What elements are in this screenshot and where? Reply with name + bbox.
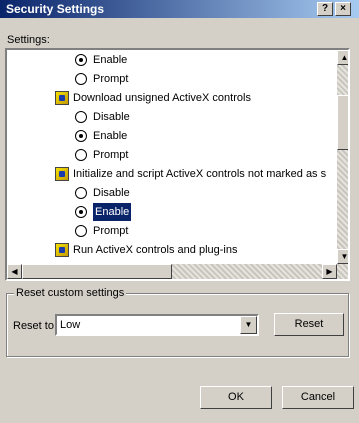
- reset-to-label: Reset to:: [13, 320, 58, 332]
- radio-option-label: Disable: [93, 187, 130, 199]
- reset-level-value: Low: [60, 319, 81, 331]
- setting-group-label: Run ActiveX controls and plug-ins: [73, 244, 238, 256]
- title-bar: Security Settings ? ×: [0, 0, 359, 18]
- radio-option-label: Disable: [93, 111, 130, 123]
- cancel-button[interactable]: Cancel: [282, 386, 354, 409]
- horizontal-scroll-thumb[interactable]: [22, 264, 172, 279]
- radio-option-label: Enable: [93, 54, 128, 66]
- radio-checked-icon[interactable]: [75, 130, 87, 142]
- radio-option-label: Prompt: [93, 73, 129, 85]
- vertical-scroll-thumb[interactable]: [337, 95, 348, 150]
- help-button[interactable]: ?: [317, 2, 333, 16]
- radio-option-label: Prompt: [93, 149, 129, 161]
- setting-group-label: Initialize and script ActiveX controls n…: [73, 168, 327, 180]
- radio-unchecked-icon[interactable]: [75, 149, 87, 161]
- window-title: Security Settings: [6, 2, 105, 16]
- radio-option-label: Enable: [93, 203, 132, 221]
- setting-group-label: Download unsigned ActiveX controls: [73, 92, 251, 104]
- settings-label: Settings:: [7, 34, 50, 46]
- dropdown-arrow-icon[interactable]: ▼: [240, 316, 257, 334]
- setting-icon: [55, 167, 69, 181]
- vertical-scrollbar[interactable]: ▲ ▼: [337, 50, 348, 279]
- radio-unchecked-icon[interactable]: [75, 225, 87, 237]
- scroll-up-button[interactable]: ▲: [337, 50, 348, 65]
- ok-button[interactable]: OK: [200, 386, 272, 409]
- scroll-down-button[interactable]: ▼: [337, 249, 348, 264]
- settings-list[interactable]: Enable Prompt Download unsigned ActiveX co…: [5, 48, 350, 281]
- radio-option-label: Prompt: [93, 225, 129, 237]
- radio-unchecked-icon[interactable]: [75, 111, 87, 123]
- radio-checked-icon[interactable]: [75, 54, 87, 66]
- close-button[interactable]: ×: [335, 2, 351, 16]
- reset-button[interactable]: Reset: [274, 313, 344, 336]
- horizontal-scrollbar[interactable]: ◀ ▶: [7, 264, 337, 279]
- radio-option-label: Enable: [93, 130, 128, 142]
- security-settings-dialog: Security Settings ? × Settings: Enable Pr…: [0, 0, 359, 423]
- radio-unchecked-icon[interactable]: [75, 73, 87, 85]
- reset-level-select[interactable]: Low ▼: [55, 314, 259, 336]
- setting-icon: [55, 243, 69, 257]
- scroll-right-button[interactable]: ▶: [322, 264, 337, 279]
- setting-icon: [55, 91, 69, 105]
- radio-unchecked-icon[interactable]: [75, 187, 87, 199]
- scroll-left-button[interactable]: ◀: [7, 264, 22, 279]
- reset-group-legend: Reset custom settings: [14, 287, 127, 299]
- radio-checked-icon[interactable]: [75, 206, 87, 218]
